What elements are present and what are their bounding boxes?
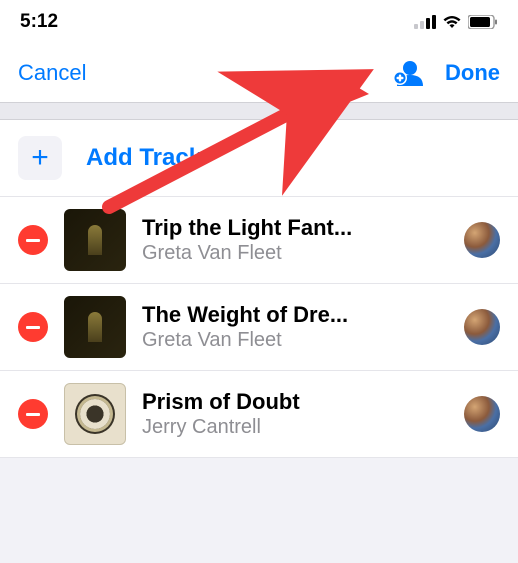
track-title: Trip the Light Fant...: [142, 215, 448, 241]
track-artist: Greta Van Fleet: [142, 242, 448, 265]
cancel-button[interactable]: Cancel: [18, 60, 86, 86]
remove-button[interactable]: [18, 399, 48, 429]
track-artist: Greta Van Fleet: [142, 329, 448, 352]
track-row[interactable]: Trip the Light Fant... Greta Van Fleet: [0, 197, 518, 284]
track-title: Prism of Doubt: [142, 389, 448, 415]
plus-icon: +: [31, 141, 49, 175]
status-indicators: [414, 15, 498, 29]
track-info: The Weight of Dre... Greta Van Fleet: [142, 302, 448, 352]
cellular-icon: [414, 15, 436, 29]
album-art: [64, 209, 126, 271]
album-art: [64, 296, 126, 358]
status-bar: 5:12: [0, 0, 518, 44]
section-divider: [0, 102, 518, 120]
wifi-icon: [442, 15, 462, 29]
nav-bar: Cancel Done: [0, 44, 518, 102]
track-artist: Jerry Cantrell: [142, 416, 448, 439]
contributor-avatar[interactable]: [464, 222, 500, 258]
done-button[interactable]: Done: [445, 60, 500, 86]
track-info: Trip the Light Fant... Greta Van Fleet: [142, 215, 448, 265]
contributor-avatar[interactable]: [464, 309, 500, 345]
album-art: [64, 383, 126, 445]
add-icon-container: +: [18, 136, 62, 180]
status-time: 5:12: [20, 11, 58, 33]
add-track-label: Add Track: [86, 144, 202, 172]
add-track-row[interactable]: + Add Track: [0, 120, 518, 197]
track-list: + Add Track Trip the Light Fant... Greta…: [0, 120, 518, 458]
track-row[interactable]: Prism of Doubt Jerry Cantrell: [0, 371, 518, 458]
track-title: The Weight of Dre...: [142, 302, 448, 328]
battery-icon: [468, 15, 498, 29]
remove-button[interactable]: [18, 225, 48, 255]
remove-button[interactable]: [18, 312, 48, 342]
contributor-avatar[interactable]: [464, 396, 500, 432]
track-info: Prism of Doubt Jerry Cantrell: [142, 389, 448, 439]
track-row[interactable]: The Weight of Dre... Greta Van Fleet: [0, 284, 518, 371]
collaborate-button[interactable]: [391, 56, 425, 90]
